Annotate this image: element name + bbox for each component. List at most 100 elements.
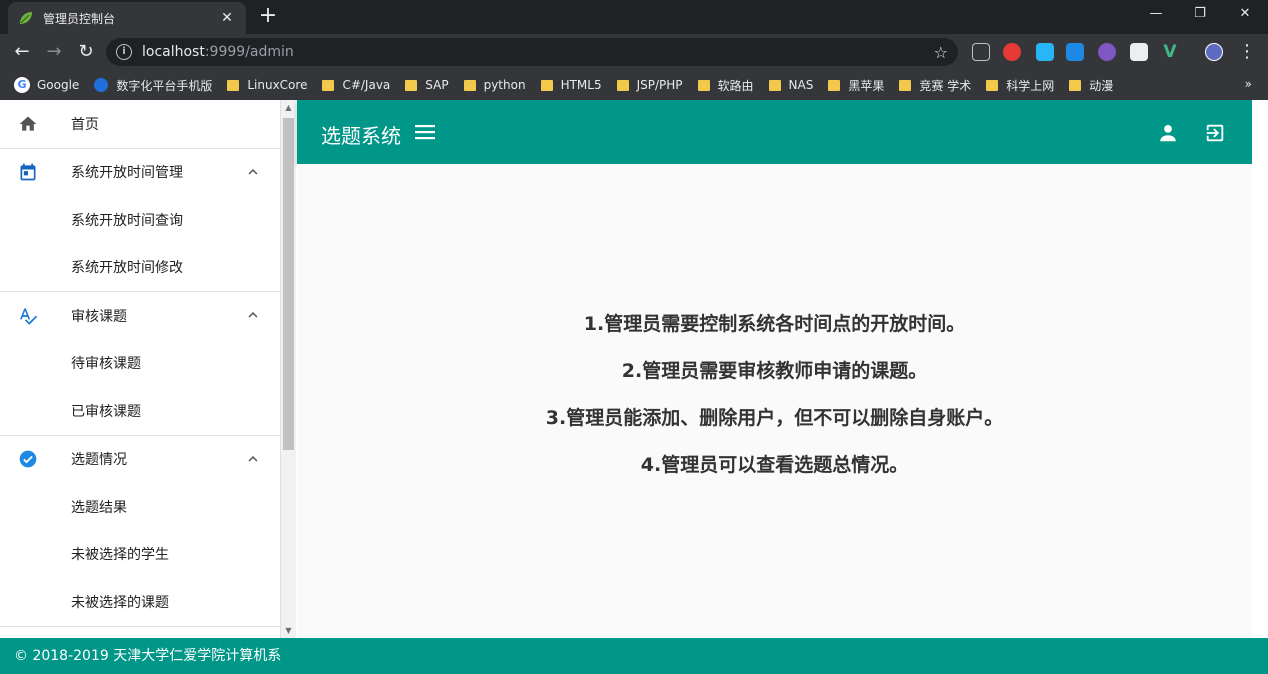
leaf-icon xyxy=(20,12,32,24)
bookmark-item[interactable]: 竞赛 学术 xyxy=(899,77,971,94)
rule-text: 3.管理员能添加、删除用户，但不可以删除自身账户。 xyxy=(545,407,1004,429)
sidebar-nav: 首页 系统开放时间管理 系统开放时间查询 系统开放时间修改 审核课题 待审核课题… xyxy=(0,100,281,638)
bookmark-label: 黑苹果 xyxy=(848,78,885,93)
chevron-up-icon[interactable] xyxy=(244,450,262,468)
reload-button[interactable]: ↻ xyxy=(74,40,98,64)
forward-button[interactable]: → xyxy=(42,40,66,64)
address-bar[interactable]: i localhost:9999/admin ☆ xyxy=(106,38,958,66)
bookmark-label: 数字化平台手机版 xyxy=(116,78,213,93)
folder-icon xyxy=(227,79,240,91)
menu-icon[interactable] xyxy=(414,122,436,142)
scroll-thumb[interactable] xyxy=(283,118,294,450)
extension-translate-icon[interactable] xyxy=(1036,43,1054,61)
folder-icon xyxy=(405,79,418,91)
spellcheck-icon xyxy=(18,306,38,326)
bookmark-item[interactable]: NAS xyxy=(768,78,814,92)
sidebar-item-reviewed[interactable]: 已审核课题 xyxy=(0,387,280,435)
sidebar-group-open-time[interactable]: 系统开放时间管理 xyxy=(0,149,280,197)
bookmark-label: 科学上网 xyxy=(1006,78,1055,93)
extension-cloud-icon[interactable] xyxy=(1066,43,1084,61)
new-tab-button[interactable]: + xyxy=(257,3,279,29)
bookmark-label: 动漫 xyxy=(1089,78,1114,93)
extension-robot-icon[interactable] xyxy=(1130,43,1148,61)
sidebar-scrollbar[interactable]: ▲ ▼ xyxy=(281,100,296,638)
bookmark-item[interactable]: JSP/PHP xyxy=(616,78,683,92)
bookmark-item[interactable]: 黑苹果 xyxy=(828,77,884,94)
folder-icon xyxy=(986,79,999,91)
app-title: 选题系统 xyxy=(321,124,401,148)
bookmark-label: LinuxCore xyxy=(247,78,308,92)
main-content: 1.管理员需要控制系统各时间点的开放时间。 2.管理员需要审核教师申请的课题。 … xyxy=(297,164,1252,638)
browser-titlebar: 管理员控制台 ✕ + — ❐ ✕ xyxy=(0,0,1268,34)
profile-avatar-icon[interactable] xyxy=(1205,43,1223,61)
sidebar-item-home[interactable]: 首页 xyxy=(0,100,280,148)
browser-toolbar: ← → ↻ i localhost:9999/admin ☆ V ⋮ xyxy=(0,34,1268,70)
sidebar-item-label: 首页 xyxy=(71,116,99,133)
sidebar-group-review[interactable]: 审核课题 xyxy=(0,292,280,340)
page: 首页 系统开放时间管理 系统开放时间查询 系统开放时间修改 审核课题 待审核课题… xyxy=(0,100,1268,674)
bookmarks-overflow-icon[interactable]: » xyxy=(1245,77,1252,91)
bookmark-label: 软路由 xyxy=(717,78,754,93)
logout-icon[interactable] xyxy=(1204,122,1226,144)
bookmark-label: python xyxy=(483,78,526,92)
bookmark-item[interactable]: HTML5 xyxy=(540,78,602,92)
rule-text: 2.管理员需要审核教师申请的课题。 xyxy=(621,360,928,382)
chevron-up-icon[interactable] xyxy=(244,163,262,181)
page-edge xyxy=(1252,100,1268,638)
bookmark-star-icon[interactable]: ☆ xyxy=(934,43,948,62)
app-bar: 选题系统 xyxy=(297,100,1252,164)
bookmark-item[interactable]: python xyxy=(463,78,526,92)
bookmark-label: SAP xyxy=(425,78,449,92)
bookmark-label: NAS xyxy=(788,78,814,92)
browser-menu-icon[interactable]: ⋮ xyxy=(1235,40,1259,64)
bookmark-label: Google xyxy=(37,78,80,92)
bookmark-item[interactable]: SAP xyxy=(405,78,449,92)
bookmark-item[interactable]: 动漫 xyxy=(1069,77,1113,94)
bookmark-item[interactable]: 数字化平台手机版 xyxy=(94,77,212,94)
bookmark-item[interactable]: 软路由 xyxy=(697,77,754,94)
sidebar-group-label: 审核课题 xyxy=(71,308,127,325)
bookmark-item[interactable]: 科学上网 xyxy=(986,77,1054,94)
folder-icon xyxy=(463,79,476,91)
scroll-down-arrow-icon[interactable]: ▼ xyxy=(281,623,296,638)
bookmark-item[interactable]: LinuxCore xyxy=(227,78,307,92)
back-button[interactable]: ← xyxy=(10,40,34,64)
extension-vue-icon[interactable]: V xyxy=(1161,43,1179,61)
rules-list: 1.管理员需要控制系统各时间点的开放时间。 2.管理员需要审核教师申请的课题。 … xyxy=(297,309,1252,497)
sidebar-item-unselected-topics[interactable]: 未被选择的课题 xyxy=(0,578,280,626)
minimize-button[interactable]: — xyxy=(1133,0,1179,30)
extension-block-icon[interactable] xyxy=(1003,43,1021,61)
folder-icon xyxy=(616,79,629,91)
sidebar-item-selection-result[interactable]: 选题结果 xyxy=(0,483,280,531)
google-icon: G xyxy=(14,77,30,93)
bookmark-label: C#/Java xyxy=(342,78,391,92)
folder-icon xyxy=(899,79,912,91)
chevron-up-icon[interactable] xyxy=(244,306,262,324)
bookmark-label: HTML5 xyxy=(560,78,602,92)
sidebar-item-open-time-edit[interactable]: 系统开放时间修改 xyxy=(0,244,280,292)
rule-text: 1.管理员需要控制系统各时间点的开放时间。 xyxy=(583,313,966,335)
sidebar-item-open-time-query[interactable]: 系统开放时间查询 xyxy=(0,196,280,244)
extension-reader-icon[interactable] xyxy=(972,43,990,61)
info-icon[interactable]: i xyxy=(116,44,132,60)
sidebar-item-pending-review[interactable]: 待审核课题 xyxy=(0,340,280,388)
scroll-up-arrow-icon[interactable]: ▲ xyxy=(281,100,296,115)
bookmarks-bar: G Google 数字化平台手机版 LinuxCore C#/Java SAP python… xyxy=(0,70,1268,100)
sidebar-group-label: 选题情况 xyxy=(71,452,127,469)
check-circle-icon xyxy=(18,449,38,469)
sidebar-group-selection[interactable]: 选题情况 xyxy=(0,436,280,484)
bookmark-item[interactable]: C#/Java xyxy=(322,78,390,92)
url-text[interactable]: localhost:9999/admin xyxy=(142,44,934,60)
person-icon[interactable] xyxy=(1157,122,1179,144)
tab-close-icon[interactable]: ✕ xyxy=(218,10,236,26)
bookmark-item[interactable]: G Google xyxy=(14,77,79,93)
home-icon xyxy=(18,114,38,134)
browser-tab[interactable]: 管理员控制台 ✕ xyxy=(8,2,246,34)
sidebar-item-unselected-students[interactable]: 未被选择的学生 xyxy=(0,531,280,579)
close-window-button[interactable]: ✕ xyxy=(1222,0,1268,30)
rule-text: 4.管理员可以查看选题总情况。 xyxy=(640,454,909,476)
folder-icon xyxy=(768,79,781,91)
restore-button[interactable]: ❐ xyxy=(1177,0,1223,30)
extension-owl-icon[interactable] xyxy=(1098,43,1116,61)
sidebar-group-label: 系统开放时间管理 xyxy=(71,165,183,182)
